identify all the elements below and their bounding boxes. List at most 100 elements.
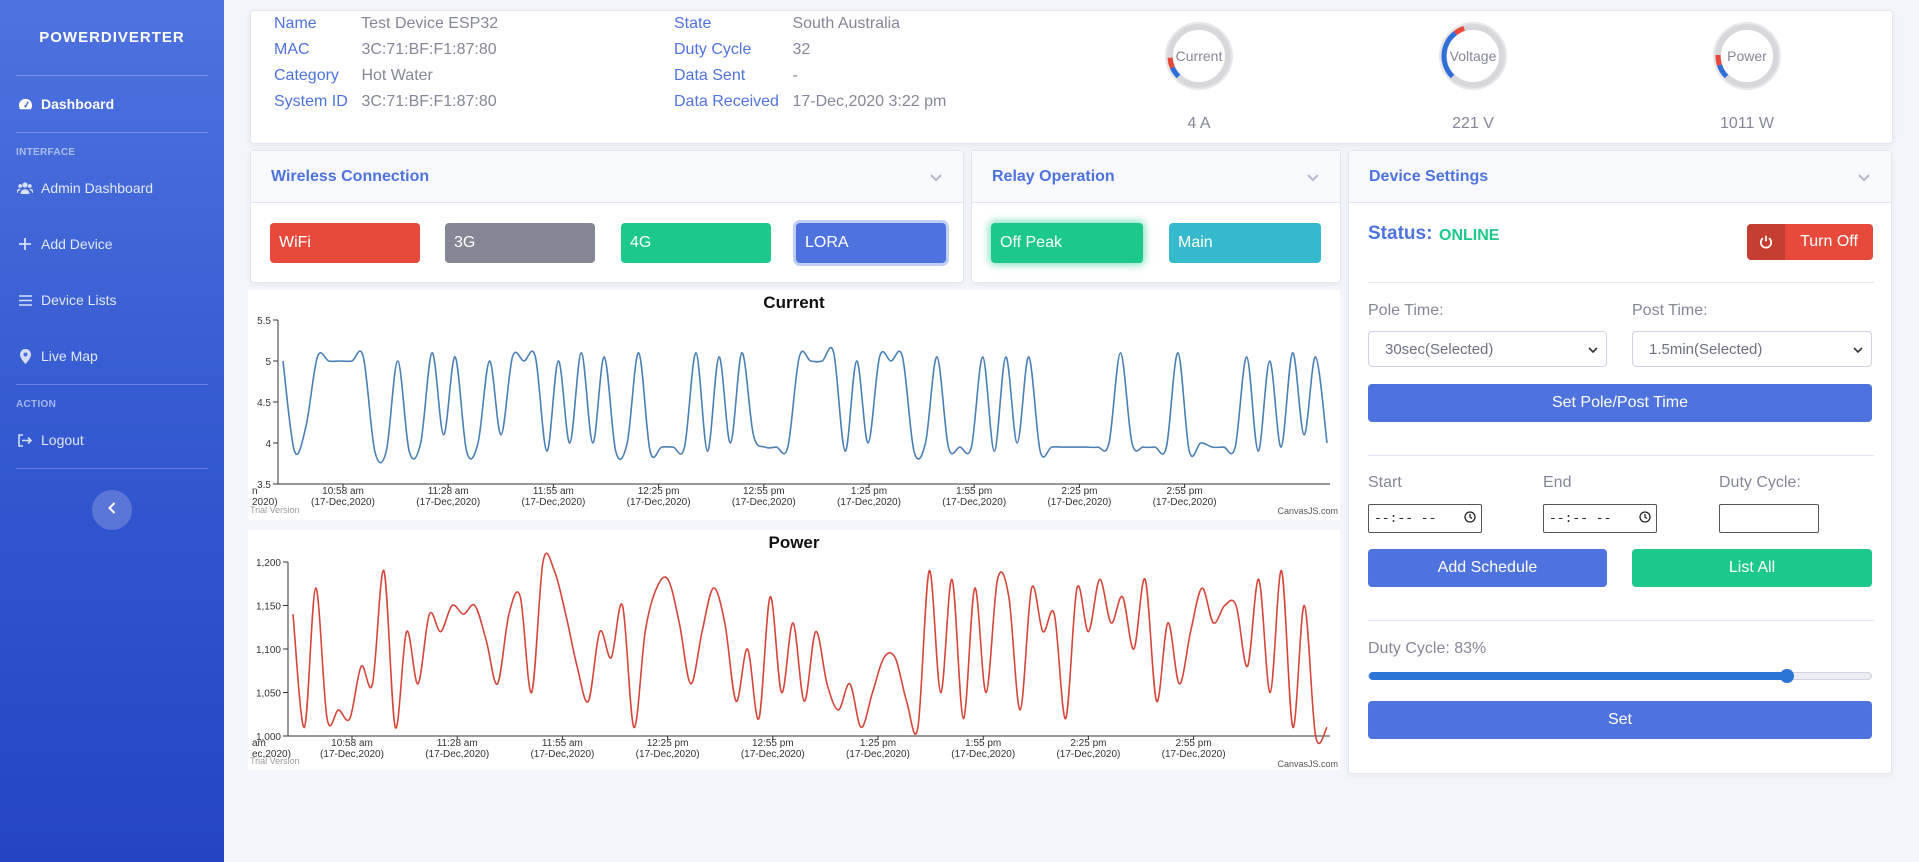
post-time-select[interactable]: 1.5min(Selected)	[1632, 331, 1872, 367]
start-time-placeholder: --:-- --	[1374, 511, 1437, 526]
x-tick-label: 10:58 am	[331, 738, 373, 749]
device-settings-card: Device Settings Status: ONLINE Turn Off …	[1348, 150, 1892, 774]
add-schedule-button[interactable]: Add Schedule	[1368, 549, 1607, 587]
sidebar-item-label: Logout	[41, 432, 84, 448]
duty-cycle-slider[interactable]	[1368, 669, 1872, 683]
chevron-down-icon[interactable]	[1857, 170, 1871, 184]
device-duty-cycle-row: Duty Cycle 32	[674, 41, 810, 59]
canvasjs-credit-link[interactable]: CanvasJS.com	[1277, 506, 1338, 516]
sidebar-divider	[16, 468, 208, 469]
duty-cycle-slider-fill	[1369, 672, 1788, 680]
x-tick-label: 2:25 pm	[1070, 738, 1106, 749]
start-time-input[interactable]: --:-- --	[1368, 504, 1482, 533]
duty-cycle-display: Duty Cycle: 83%	[1368, 640, 1487, 657]
chevron-down-icon	[1588, 341, 1598, 358]
chevron-down-icon[interactable]	[1306, 170, 1320, 184]
device-name-row: Name Test Device ESP32	[274, 15, 498, 33]
start-label: Start	[1368, 474, 1402, 491]
pole-time-select[interactable]: 30sec(Selected)	[1368, 331, 1607, 367]
x-tick-label: (17-Dec,2020)	[732, 497, 796, 508]
tachometer-icon	[17, 96, 33, 112]
turn-off-button[interactable]: Turn Off	[1747, 224, 1873, 260]
device-info-card: Name Test Device ESP32 MAC 3C:71:BF:F1:8…	[250, 10, 1893, 144]
3g-button[interactable]: 3G	[445, 223, 595, 263]
sidebar-toggle-button[interactable]	[92, 490, 132, 530]
device-duty-cycle-value: 32	[792, 41, 811, 58]
turn-off-label: Turn Off	[1800, 233, 1858, 250]
device-state-label: State	[674, 15, 712, 32]
y-tick-label: 1,100	[256, 645, 281, 656]
off-peak-button[interactable]: Off Peak	[991, 223, 1143, 263]
list-all-button[interactable]: List All	[1632, 549, 1872, 587]
device-data-sent-label: Data Sent	[674, 67, 746, 84]
set-duty-cycle-button[interactable]: Set	[1368, 701, 1872, 739]
sidebar-item-label: Device Lists	[41, 292, 117, 308]
voltage-gauge: Voltage	[1438, 21, 1508, 91]
chart-trial-watermark: Trial Version	[250, 756, 300, 766]
y-tick-label: 5.5	[257, 316, 271, 327]
end-time-input[interactable]: --:-- --	[1543, 504, 1657, 533]
clock-icon	[1639, 510, 1651, 527]
set-pole-post-time-button[interactable]: Set Pole/Post Time	[1368, 384, 1872, 422]
sidebar-item-label: Admin Dashboard	[41, 180, 154, 196]
pole-time-selected: 30sec(Selected)	[1385, 340, 1494, 358]
chevron-down-icon[interactable]	[929, 170, 943, 184]
sidebar-item-device-lists[interactable]: Device Lists	[0, 272, 224, 328]
x-tick-label: (17-Dec,2020)	[627, 497, 691, 508]
settings-card-header[interactable]: Device Settings	[1349, 151, 1891, 203]
current-gauge-value: 4 A	[1187, 115, 1211, 132]
status-badge: ONLINE	[1439, 227, 1500, 244]
relay-card-header[interactable]: Relay Operation	[972, 151, 1340, 203]
clock-icon	[1464, 510, 1476, 527]
wireless-card-header[interactable]: Wireless Connection	[251, 151, 963, 203]
sidebar-item-live-map[interactable]: Live Map	[0, 328, 224, 384]
device-category-label: Category	[274, 67, 339, 84]
y-tick-label: 1,150	[256, 602, 281, 613]
post-time-label: Post Time:	[1632, 302, 1708, 319]
map-marker-icon	[17, 348, 33, 364]
current-chart-svg: 3.544.555.5n2020)10:58 am(17-Dec,2020)11…	[252, 316, 1330, 508]
settings-divider	[1368, 455, 1874, 456]
users-icon	[17, 180, 33, 196]
settings-divider	[1368, 282, 1874, 283]
y-tick-label: 5	[265, 357, 271, 368]
x-tick-label: (17-Dec,2020)	[416, 497, 480, 508]
sidebar-item-add-device[interactable]: Add Device	[0, 216, 224, 272]
device-name-value: Test Device ESP32	[361, 15, 499, 32]
wifi-button[interactable]: WiFi	[270, 223, 420, 263]
canvasjs-credit-link[interactable]: CanvasJS.com	[1277, 759, 1338, 769]
main-button[interactable]: Main	[1169, 223, 1321, 263]
settings-card-title: Device Settings	[1369, 167, 1489, 185]
relay-card-title: Relay Operation	[992, 167, 1115, 185]
y-tick-label: 3.5	[257, 480, 271, 491]
brand-title[interactable]: POWERDIVERTER	[0, 0, 224, 75]
lora-button[interactable]: LORA	[796, 223, 946, 263]
schedule-duty-cycle-label: Duty Cycle:	[1719, 474, 1801, 491]
duty-cycle-input[interactable]	[1719, 504, 1819, 533]
x-tick-label: 1:25 pm	[851, 486, 887, 497]
x-tick-label: (17-Dec,2020)	[425, 749, 489, 760]
wireless-connection-card: Wireless Connection WiFi 3G 4G LORA	[250, 150, 964, 283]
wireless-card-title: Wireless Connection	[271, 167, 430, 185]
sidebar-item-logout[interactable]: Logout	[0, 412, 224, 468]
x-tick-label: (17-Dec,2020)	[636, 749, 700, 760]
sidebar-heading-action: ACTION	[16, 399, 57, 410]
sidebar: POWERDIVERTER Dashboard INTERFACE Admin …	[0, 0, 224, 862]
sign-out-icon	[17, 432, 33, 448]
x-tick-label: (17-Dec,2020)	[1047, 497, 1111, 508]
power-gauge: Power	[1712, 21, 1782, 91]
voltage-gauge-value: 221 V	[1452, 115, 1494, 132]
relay-operation-card: Relay Operation Off Peak Main	[971, 150, 1341, 283]
x-tick-label: 11:55 am	[533, 486, 574, 497]
sidebar-item-admin-dashboard[interactable]: Admin Dashboard	[0, 160, 224, 216]
device-mac-value: 3C:71:BF:F1:87:80	[361, 41, 497, 58]
x-tick-label: (17-Dec,2020)	[846, 749, 910, 760]
duty-cycle-slider-thumb[interactable]	[1780, 669, 1795, 683]
power-off-icon	[1747, 224, 1785, 260]
sidebar-item-dashboard[interactable]: Dashboard	[0, 76, 224, 132]
x-tick-label: am	[252, 738, 266, 749]
x-tick-label: 1:25 pm	[860, 738, 896, 749]
x-tick-label: 2:55 pm	[1167, 486, 1203, 497]
y-tick-label: 1,050	[256, 689, 281, 700]
4g-button[interactable]: 4G	[621, 223, 771, 263]
